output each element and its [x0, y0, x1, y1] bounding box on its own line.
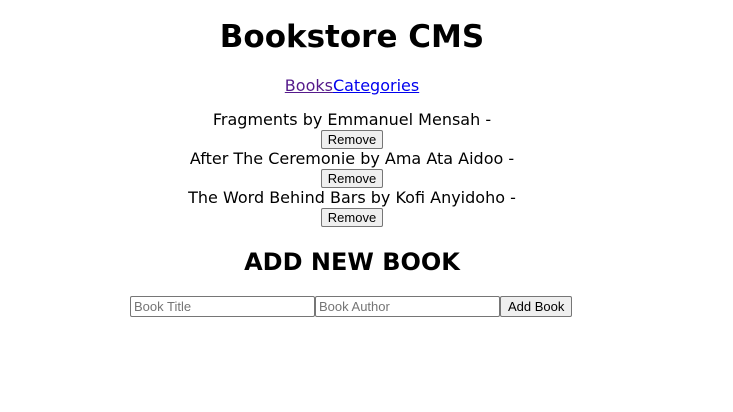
book-item: Fragments by Emmanuel Mensah - Remove — [0, 110, 704, 149]
book-author-input[interactable] — [315, 296, 500, 317]
nav-link-categories[interactable]: Categories — [333, 76, 419, 95]
nav-link-books[interactable]: Books — [285, 76, 333, 95]
book-text: After The Ceremonie by Ama Ata Aidoo - — [189, 149, 515, 168]
add-book-heading: ADD NEW BOOK — [244, 248, 460, 276]
remove-book-button[interactable]: Remove — [320, 130, 384, 149]
book-text: The Word Behind Bars by Kofi Anyidoho - — [188, 188, 516, 207]
book-title-input[interactable] — [130, 296, 315, 317]
book-text: Fragments by Emmanuel Mensah - — [212, 110, 492, 129]
add-book-form: Add Book — [130, 296, 573, 317]
main-nav: BooksCategories — [0, 76, 704, 96]
book-list: Fragments by Emmanuel Mensah - Remove Af… — [0, 110, 704, 227]
page-title: Bookstore CMS — [219, 19, 485, 55]
book-item: The Word Behind Bars by Kofi Anyidoho - … — [0, 188, 704, 227]
add-book-button[interactable]: Add Book — [500, 296, 573, 317]
remove-book-button[interactable]: Remove — [320, 208, 384, 227]
book-item: After The Ceremonie by Ama Ata Aidoo - R… — [0, 149, 704, 188]
remove-book-button[interactable]: Remove — [320, 169, 384, 188]
